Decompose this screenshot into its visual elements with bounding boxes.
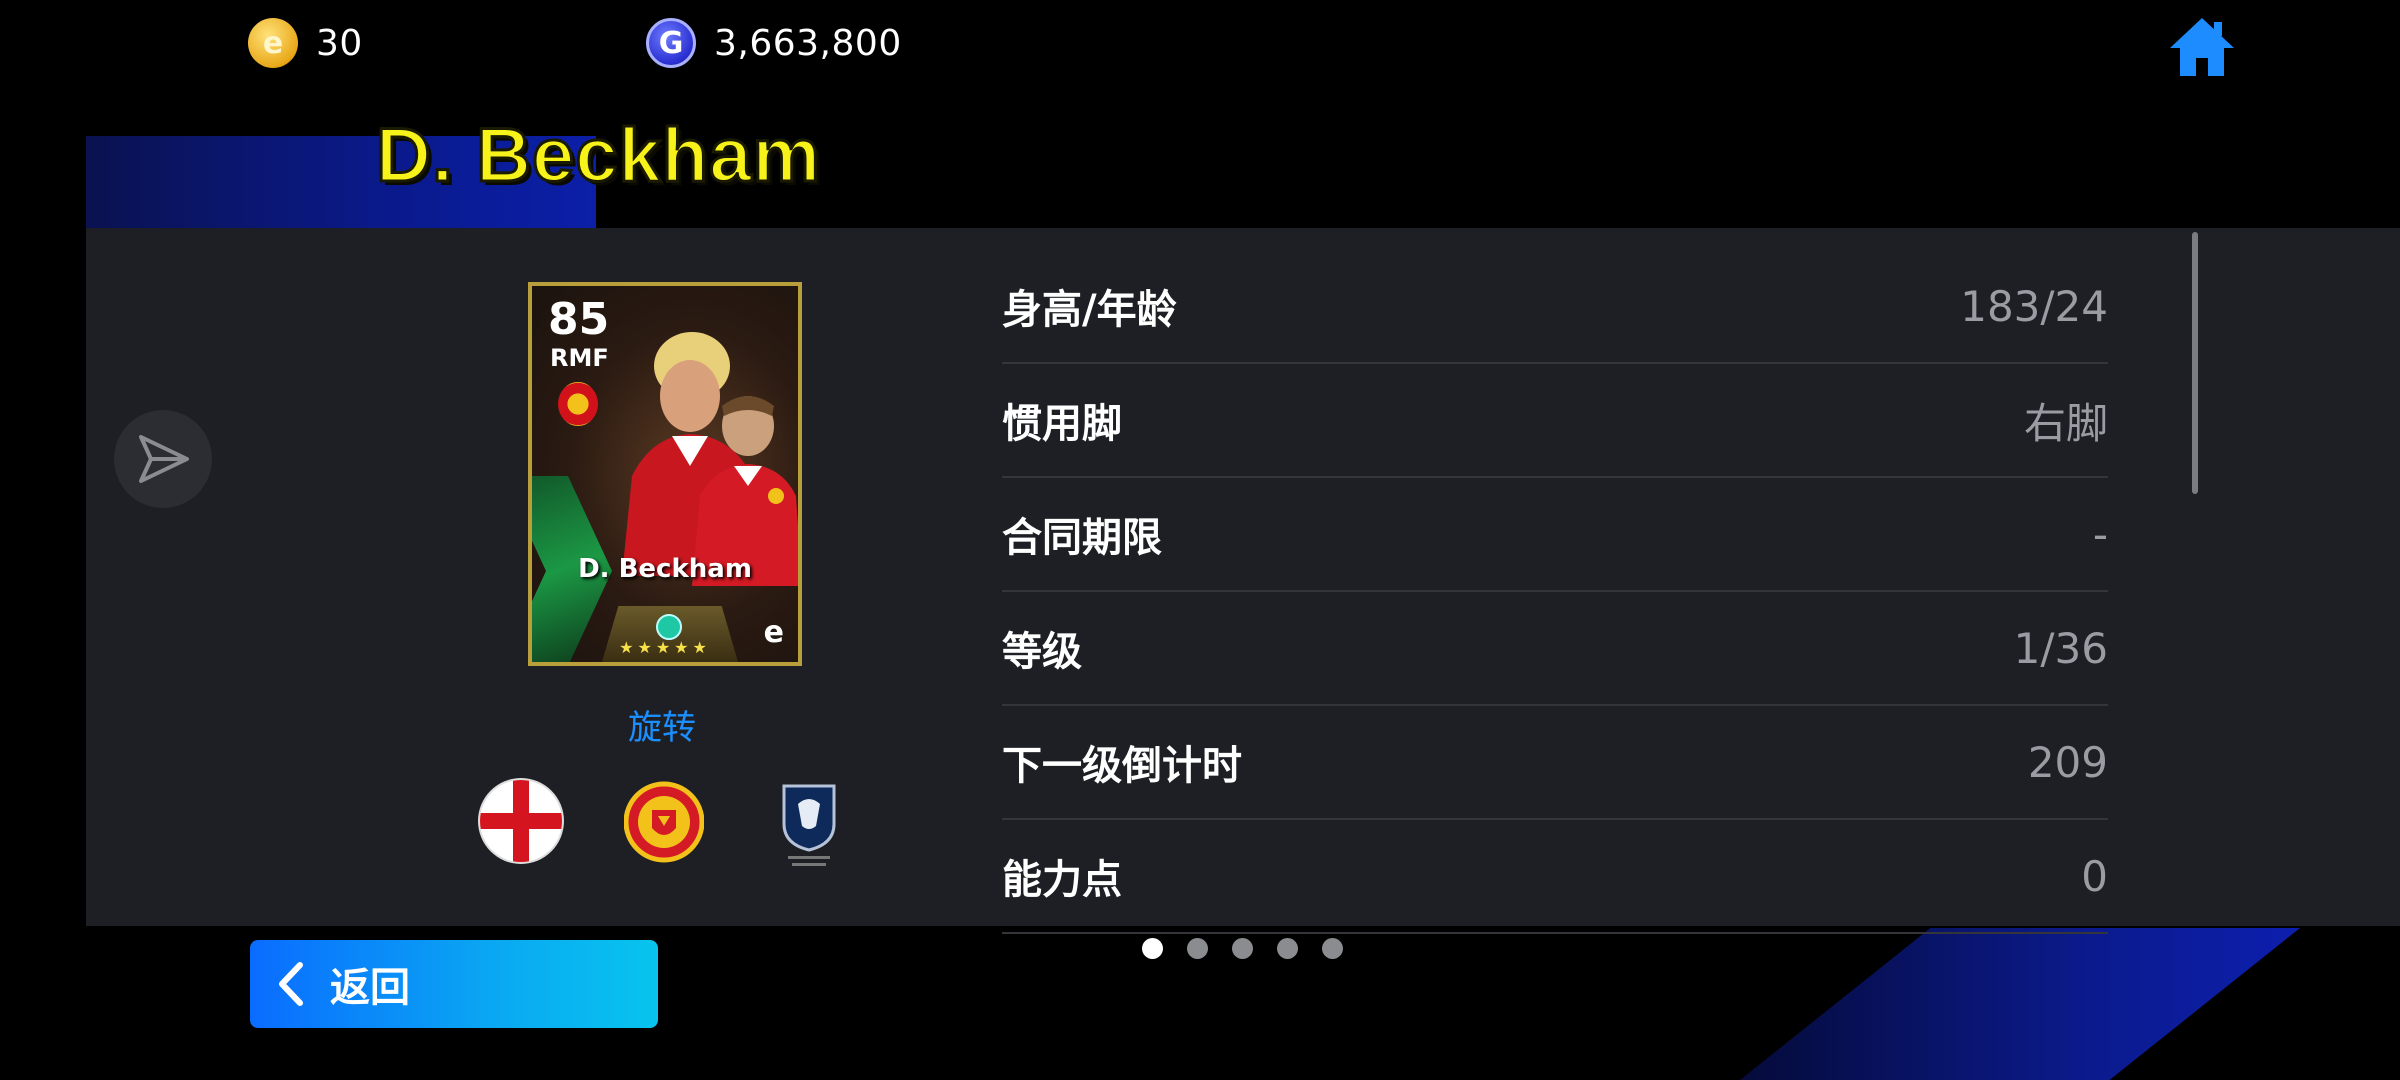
page-dot-1[interactable] [1142,938,1163,959]
stat-value: - [2092,509,2108,559]
efootball-coin-icon: e [248,18,298,68]
stat-row-next-level-countdown: 下一级倒计时 209 [1002,706,2108,820]
stat-value: 右脚 [2023,398,2108,448]
england-flag-icon[interactable] [480,780,562,862]
chevron-left-icon [279,962,303,1006]
back-label: 返回 [330,965,410,1011]
player-card[interactable]: 85 RMF D. Beckham ★★★★★ e [528,282,802,666]
stat-label: 等级 [1002,629,1082,675]
stat-value: 183/24 [1960,281,2108,331]
gp-balance: G 3,663,800 [646,18,902,68]
stat-value: 1/36 [2013,623,2108,673]
stat-value: 0 [2081,851,2108,901]
page-dot-5[interactable] [1322,938,1343,959]
card-position: RMF [550,344,609,372]
stat-row-progression-points: 能力点 0 [1002,820,2108,934]
stat-row-contract: 合同期限 - [1002,478,2108,592]
stat-label: 能力点 [1002,857,1122,903]
stat-value: 209 [2027,737,2108,787]
stat-label: 惯用脚 [1002,401,1122,447]
coins-balance: e 30 [248,18,363,68]
player-name-title: D. Beckham [374,113,822,198]
english-league-icon[interactable] [780,780,838,870]
card-stars: ★★★★★ [619,638,711,657]
home-icon [2170,18,2234,76]
gp-value: 3,663,800 [714,22,902,64]
share-button[interactable] [114,410,212,508]
efootball-logo-icon: e [763,615,784,650]
stat-row-level: 等级 1/36 [1002,592,2108,706]
coins-value: 30 [316,22,363,64]
page-dot-3[interactable] [1232,938,1253,959]
gp-coin-icon: G [646,18,696,68]
home-button[interactable] [2166,14,2238,80]
page-dot-4[interactable] [1277,938,1298,959]
player-stats-list: 身高/年龄 183/24 惯用脚 右脚 合同期限 - 等级 1/36 下一级倒计… [1002,250,2108,934]
player-detail-screen: e 30 G 3,663,800 D. Beckham 85 RMF D. Be… [0,0,2400,1080]
footer-decoration-stripe [1740,928,2300,1080]
stats-scrollbar[interactable] [2192,232,2198,494]
stat-label: 下一级倒计时 [1002,743,1242,789]
stat-row-preferred-foot: 惯用脚 右脚 [1002,364,2108,478]
card-player-name: D. Beckham [578,554,752,584]
card-club-crest-icon [558,382,598,426]
page-indicator [1142,938,1343,959]
stat-row-height-age: 身高/年龄 183/24 [1002,250,2108,364]
card-gem-icon [656,614,682,640]
stat-label: 身高/年龄 [1002,287,1177,333]
stat-label: 合同期限 [1002,515,1162,561]
rotate-card-link[interactable]: 旋转 [628,700,696,749]
manchester-united-crest-icon[interactable] [624,780,704,864]
send-icon [139,435,189,483]
page-dot-2[interactable] [1187,938,1208,959]
back-button[interactable]: 返回 [250,940,658,1028]
card-rating: 85 [548,294,610,345]
